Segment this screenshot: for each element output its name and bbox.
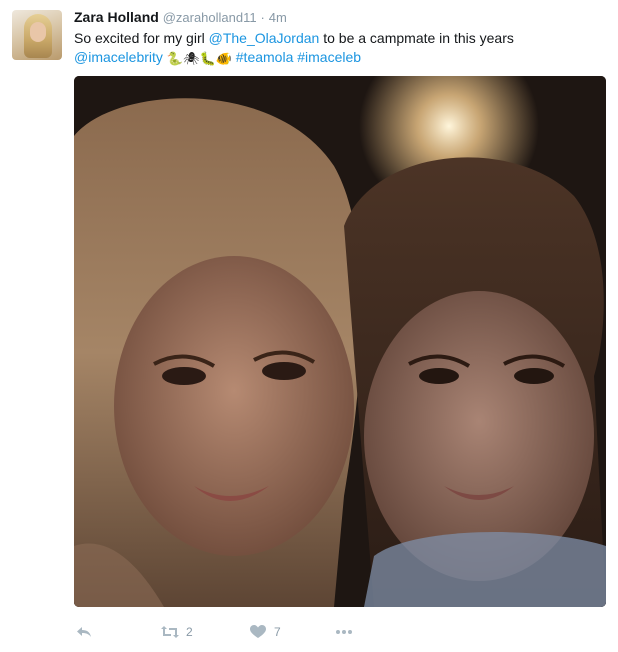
tweet-photo[interactable] xyxy=(74,76,606,607)
spider-emoji-icon: 🕷 xyxy=(182,51,200,66)
tweet-text-part: So excited for my girl xyxy=(74,30,209,46)
heart-icon xyxy=(248,622,268,642)
user-fullname[interactable]: Zara Holland xyxy=(74,9,159,25)
reply-icon xyxy=(74,622,94,642)
tweet-text: So excited for my girl @The_OlaJordan to… xyxy=(74,29,606,68)
avatar[interactable] xyxy=(12,10,62,60)
tweet-actions: 2 7 xyxy=(74,620,354,644)
tweet-text-part: to be a campmate in this years xyxy=(319,30,514,46)
like-button[interactable]: 7 xyxy=(248,622,334,642)
retweet-count: 2 xyxy=(186,625,193,639)
reply-button[interactable] xyxy=(74,622,160,642)
more-button[interactable] xyxy=(334,622,354,642)
hashtag-link[interactable]: #imaceleb xyxy=(297,49,361,65)
tweet: Zara Holland @zaraholland11 · 4m So exci… xyxy=(0,0,618,652)
tweet-content: Zara Holland @zaraholland11 · 4m So exci… xyxy=(74,8,606,68)
snake-emoji-icon: 🐍 xyxy=(166,51,183,66)
tweet-timestamp[interactable]: 4m xyxy=(269,10,287,25)
mention-link[interactable]: @The_OlaJordan xyxy=(209,30,320,46)
selfie-photo-illustration xyxy=(74,76,606,607)
tweet-header: Zara Holland @zaraholland11 · 4m xyxy=(74,8,606,27)
avatar-face xyxy=(30,22,46,42)
worm-emoji-icon: 🐛 xyxy=(199,51,216,66)
like-count: 7 xyxy=(274,625,281,639)
hashtag-link[interactable]: #teamola xyxy=(236,49,294,65)
user-handle[interactable]: @zaraholland11 xyxy=(163,10,257,25)
retweet-icon xyxy=(160,622,180,642)
more-icon xyxy=(334,622,354,642)
retweet-button[interactable]: 2 xyxy=(160,622,248,642)
header-separator: · xyxy=(260,10,265,25)
mention-link[interactable]: @imacelebrity xyxy=(74,49,163,65)
fish-emoji-icon: 🐠 xyxy=(215,51,232,66)
